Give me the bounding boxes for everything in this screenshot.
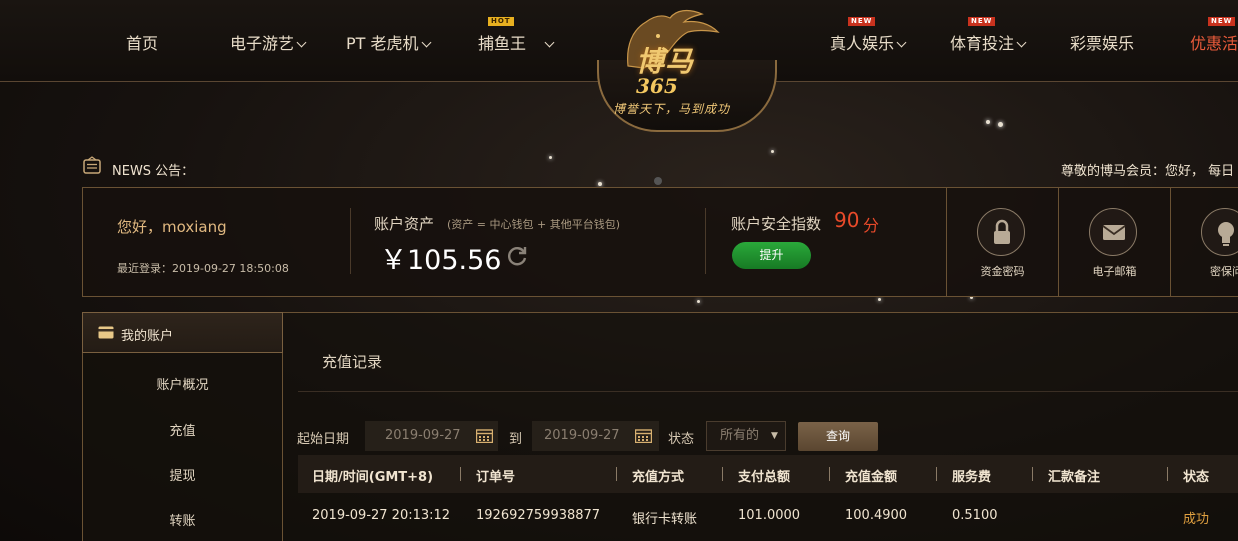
- refresh-icon[interactable]: [505, 244, 529, 268]
- tile-security-question[interactable]: 密保问: [1170, 187, 1238, 297]
- security-score: 90: [834, 208, 860, 232]
- upgrade-security-button[interactable]: 提升: [732, 242, 811, 269]
- logo-number: 365: [636, 74, 678, 98]
- nav-lottery[interactable]: 彩票娱乐: [1070, 30, 1134, 54]
- cell-fee: 0.5100: [952, 508, 998, 523]
- divider: [350, 208, 351, 274]
- column-header-method[interactable]: 充值方式: [632, 466, 684, 485]
- cell-datetime: 2019-09-27 20:13:12: [312, 508, 451, 523]
- new-badge: NEW: [1208, 17, 1236, 26]
- column-header-remark[interactable]: 汇款备注: [1048, 466, 1100, 485]
- column-header-status[interactable]: 状态: [1183, 466, 1209, 485]
- chevron-down-icon: [1016, 37, 1027, 48]
- balance-amount: ￥105.56: [380, 245, 502, 276]
- nav-sports[interactable]: 体育投注: [950, 30, 1027, 54]
- new-badge: NEW: [848, 17, 876, 26]
- column-divider: [1032, 467, 1033, 481]
- bulb-icon: [1201, 208, 1238, 256]
- sidebar-title: 我的账户: [121, 329, 174, 344]
- news-label: NEWS 公告：: [112, 164, 195, 179]
- tile-fund-password[interactable]: 资金密码: [946, 187, 1058, 297]
- sparkle: [654, 177, 662, 185]
- nav-live-casino[interactable]: 真人娱乐: [830, 30, 907, 54]
- calendar-icon[interactable]: [635, 428, 652, 443]
- sparkle: [771, 150, 774, 153]
- column-header-fee[interactable]: 服务费: [952, 466, 991, 485]
- sparkle: [697, 300, 700, 303]
- column-divider: [1167, 467, 1168, 481]
- last-login: 最近登录：2019-09-27 18:50:08: [117, 262, 289, 275]
- security-label: 账户安全指数: [731, 215, 822, 233]
- logo-slogan: 博誉天下，马到成功: [613, 102, 731, 116]
- tile-label: 电子邮箱: [1092, 265, 1137, 278]
- nav-slots-games[interactable]: 电子游艺: [230, 30, 307, 54]
- start-date-label: 起始日期: [297, 432, 350, 447]
- sidebar-item-transfer[interactable]: 转账: [82, 510, 283, 529]
- nav-fishing[interactable]: 捕鱼王: [478, 30, 555, 54]
- tile-label: 密保问: [1210, 265, 1238, 278]
- sparkle: [998, 122, 1003, 127]
- nav-pt-slots[interactable]: PT 老虎机: [346, 30, 431, 54]
- cell-deposit-amount: 100.4900: [845, 508, 908, 523]
- nav-home[interactable]: 首页: [126, 30, 158, 54]
- assets-label: 账户资产: [374, 215, 435, 233]
- cell-status: 成功: [1183, 512, 1210, 527]
- cell-method: 银行卡转账: [632, 512, 698, 527]
- chevron-down-icon: [296, 37, 307, 48]
- mail-icon: [1089, 208, 1137, 256]
- title-divider: [298, 391, 1238, 392]
- divider: [705, 208, 706, 274]
- column-header-order-no[interactable]: 订单号: [476, 466, 515, 485]
- column-header-datetime[interactable]: 日期/时间(GMT+8): [312, 466, 433, 485]
- tile-email[interactable]: 电子邮箱: [1058, 187, 1170, 297]
- lock-icon: [977, 208, 1025, 256]
- column-divider: [722, 467, 723, 481]
- new-badge: NEW: [968, 17, 996, 26]
- cell-order-no: 19269275993887​7: [476, 508, 601, 523]
- column-divider: [829, 467, 830, 481]
- column-divider: [460, 467, 461, 481]
- column-divider: [936, 467, 937, 481]
- sidebar-item-withdraw[interactable]: 提现: [82, 465, 283, 484]
- news-icon: [83, 156, 101, 174]
- column-divider: [616, 467, 617, 481]
- dropdown-arrow-icon: ▼: [771, 431, 778, 441]
- chevron-down-icon: [896, 37, 907, 48]
- nav-promotions[interactable]: 优惠活: [1190, 30, 1238, 54]
- tile-label: 资金密码: [980, 265, 1025, 278]
- to-label: 到: [509, 432, 523, 447]
- sidebar-item-deposit[interactable]: 充值: [82, 420, 283, 439]
- card-icon: [98, 326, 114, 339]
- query-button[interactable]: 查询: [798, 422, 878, 451]
- assets-note: (资产 = 中心钱包 + 其他平台钱包): [447, 218, 621, 231]
- chevron-down-icon: [544, 37, 555, 48]
- greeting: 您好，moxiang: [117, 218, 227, 236]
- news-marquee[interactable]: 尊敬的博马会员：您好， 每日: [1061, 160, 1234, 179]
- sparkle: [598, 182, 602, 186]
- hot-badge: HOT: [488, 17, 514, 26]
- status-select[interactable]: 所有的 ▼: [706, 421, 786, 451]
- sparkle: [549, 156, 552, 159]
- column-header-deposit-amount[interactable]: 充值金额: [845, 466, 897, 485]
- page-title: 充值记录: [322, 353, 383, 371]
- sparkle: [878, 298, 881, 301]
- chevron-down-icon: [421, 37, 431, 48]
- status-label: 状态: [668, 432, 695, 447]
- sparkle: [986, 120, 990, 124]
- sidebar-item-overview[interactable]: 账户概况: [82, 374, 283, 393]
- calendar-icon[interactable]: [476, 428, 493, 443]
- column-header-total-paid[interactable]: 支付总额: [738, 466, 790, 485]
- security-unit: 分: [863, 216, 880, 235]
- cell-total-paid: 101.0000: [738, 508, 801, 523]
